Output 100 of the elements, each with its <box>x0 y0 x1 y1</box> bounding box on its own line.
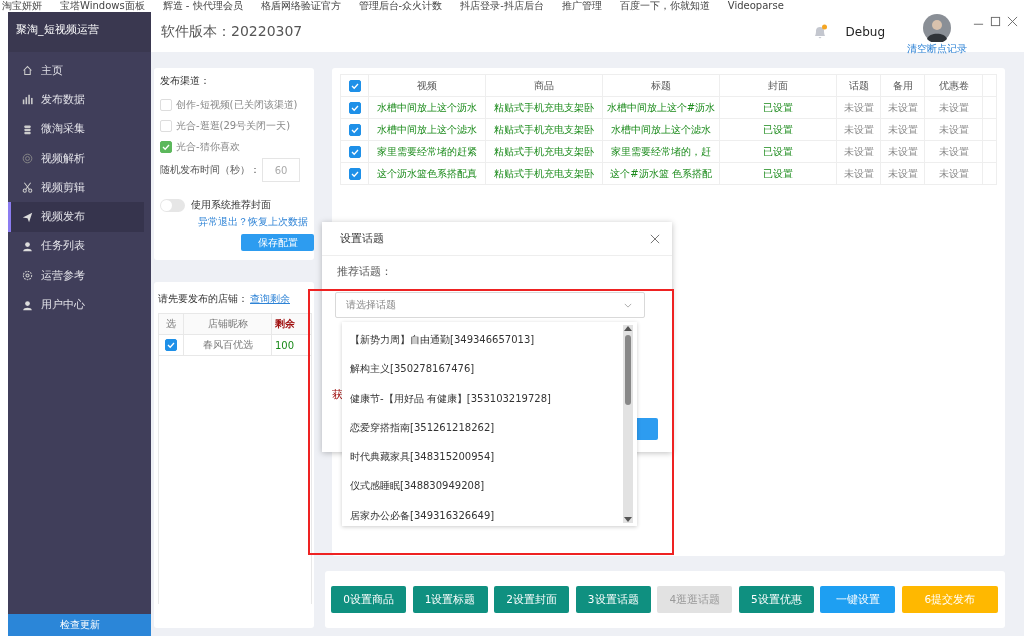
sidebar-item[interactable]: 用户中心 <box>8 290 151 320</box>
checkbox[interactable] <box>160 140 172 153</box>
close-icon[interactable] <box>650 233 660 244</box>
column-header: 视频 <box>369 75 486 96</box>
table-cell: 未设置 <box>837 141 881 162</box>
dropdown-option[interactable]: 健康节-【用好品 有健康】[353103219728] <box>342 386 623 416</box>
section-title: 发布渠道： <box>160 74 211 88</box>
bookmark-link[interactable]: 格盾网络验证官方 <box>260 0 341 12</box>
section-title: 请先要发布的店铺： <box>158 292 248 306</box>
username-label: Debug <box>845 25 885 39</box>
paper-plane-icon <box>22 211 33 223</box>
sidebar-item[interactable]: 发布数据 <box>8 85 151 115</box>
checkbox[interactable] <box>348 79 361 92</box>
user-icon <box>22 299 33 311</box>
dropdown-option[interactable]: 居家办公必备[349316326649] <box>342 503 623 534</box>
sidebar-item[interactable]: 运营参考 <box>8 261 151 291</box>
table-cell: 家里需要经常堵的，赶 <box>603 141 720 162</box>
table-cell: 家里需要经常堵的赶紧 <box>369 141 486 162</box>
table-cell: 未设置 <box>881 163 925 184</box>
column-header: 店铺昵称 <box>184 314 272 334</box>
avatar-icon[interactable] <box>923 14 951 42</box>
column-header: 封面 <box>720 75 837 96</box>
sidebar-item[interactable]: 视频剪辑 <box>8 173 151 203</box>
interval-label: 随机发布时间（秒）： <box>160 163 260 177</box>
dropdown-option[interactable]: 时代典藏家具[348315200954] <box>342 445 623 475</box>
sidebar-item[interactable]: 任务列表 <box>8 231 151 262</box>
hint-text: 获 <box>332 387 343 402</box>
sidebar-item[interactable]: 视频解析 <box>8 143 151 174</box>
action-button[interactable]: 1设置标题 <box>412 586 488 613</box>
dropdown-option[interactable]: 解构主义[350278167476] <box>342 357 623 387</box>
table-cell: 已设置 <box>720 163 837 184</box>
clear-breakpoints-link[interactable]: 清空断点记录 <box>907 42 967 56</box>
user-icon <box>22 240 33 252</box>
action-button[interactable]: 3设置话题 <box>575 586 651 613</box>
table-cell: 未设置 <box>837 119 881 140</box>
home-icon <box>22 65 33 77</box>
sidebar-item[interactable]: 微淘采集 <box>8 114 151 144</box>
table-cell: 未设置 <box>881 97 925 118</box>
scroll-up-icon[interactable] <box>624 325 632 331</box>
table-cell: 水槽中间放上这个滤水 <box>369 119 486 140</box>
table-cell: 未设置 <box>881 141 925 162</box>
bookmark-link[interactable]: 推广管理 <box>561 0 602 12</box>
chevron-down-icon <box>624 302 632 308</box>
toggle-switch[interactable] <box>160 198 185 212</box>
scissors-icon <box>22 182 33 194</box>
dropdown-option[interactable]: 【新势力周】自由通勤[349346657013] <box>342 328 623 358</box>
restore-link[interactable]: 异常退出？恢复上次数据 <box>198 215 308 229</box>
topic-select[interactable]: 请选择话题 <box>335 292 645 318</box>
bookmark-link[interactable]: 抖店登录-抖店后台 <box>460 0 544 12</box>
circle-icon <box>22 153 33 165</box>
bookmark-link[interactable]: 淘宝妍妍 <box>2 0 42 12</box>
bookmark-link[interactable]: 管理后台-众火计数 <box>358 0 443 12</box>
table-cell: 粘贴式手机充电支架卧 <box>486 119 603 140</box>
table-cell: 未设置 <box>925 97 983 118</box>
table-cell: 这个沥水篮色系搭配真 <box>369 163 486 184</box>
dropdown-option[interactable]: 仪式感睡眠[348830949208] <box>342 474 623 504</box>
query-link[interactable]: 查询剩余 <box>250 292 290 306</box>
bookmark-link[interactable]: 宝塔Windows面板 <box>60 0 145 12</box>
action-button[interactable]: 5设置优惠 <box>738 586 814 613</box>
toggle-label: 使用系统推荐封面 <box>191 198 271 212</box>
column-header: 商品 <box>486 75 603 96</box>
dropdown-option[interactable]: 恋爱穿搭指南[351261218262] <box>342 415 623 446</box>
checkbox[interactable] <box>165 339 177 351</box>
checkbox[interactable] <box>348 167 361 180</box>
table-cell: 未设置 <box>837 97 881 118</box>
column-header: 剩余 <box>274 317 296 331</box>
table-cell-text: 100 <box>274 338 296 353</box>
table-cell: 春风百优选 <box>184 335 272 355</box>
bookmark-link[interactable]: Videoparse <box>727 0 784 12</box>
column-header: 标题 <box>603 75 720 96</box>
checkbox[interactable] <box>348 101 361 114</box>
action-button[interactable]: 0设置商品 <box>331 586 406 613</box>
app-title: 聚淘_短视频运营 <box>8 12 151 52</box>
action-button[interactable]: 2设置封面 <box>494 586 570 613</box>
maximize-icon[interactable] <box>990 16 1001 27</box>
checkbox[interactable] <box>348 123 361 136</box>
table-cell: 水槽中间放上这个滤水 <box>603 119 720 140</box>
scrollbar[interactable] <box>623 325 633 523</box>
table-cell: 未设置 <box>925 163 983 184</box>
table-cell: 已设置 <box>720 141 837 162</box>
table-cell: 未设置 <box>925 119 983 140</box>
bookmark-link[interactable]: 百度一下，你就知道 <box>619 0 710 12</box>
scroll-down-icon[interactable] <box>624 517 632 523</box>
database-icon <box>22 123 33 135</box>
check-update-button[interactable]: 检查更新 <box>8 614 151 636</box>
table-cell: 已设置 <box>720 97 837 118</box>
bookmark-link[interactable]: 辉造 - 快代理会员 <box>162 0 243 12</box>
checkbox-label: 创作-短视频(已关闭该渠道) <box>176 97 298 112</box>
column-header: 备用 <box>881 75 925 96</box>
sidebar-item[interactable]: 视频发布 <box>8 202 144 232</box>
settings-icon <box>22 270 33 282</box>
bar-chart-icon <box>22 94 33 106</box>
field-label: 推荐话题： <box>337 264 393 279</box>
version-label: 软件版本：20220307 <box>161 23 303 41</box>
checkbox[interactable] <box>348 145 361 158</box>
checkbox-label: 光合-逛逛(29号关闭一天) <box>176 118 291 133</box>
sidebar-item[interactable]: 主页 <box>8 56 151 86</box>
close-icon[interactable] <box>1007 16 1018 27</box>
table-cell: 水槽中间放上这个#沥水 <box>603 97 720 118</box>
checkbox-label: 光合-猜你喜欢 <box>176 139 240 154</box>
